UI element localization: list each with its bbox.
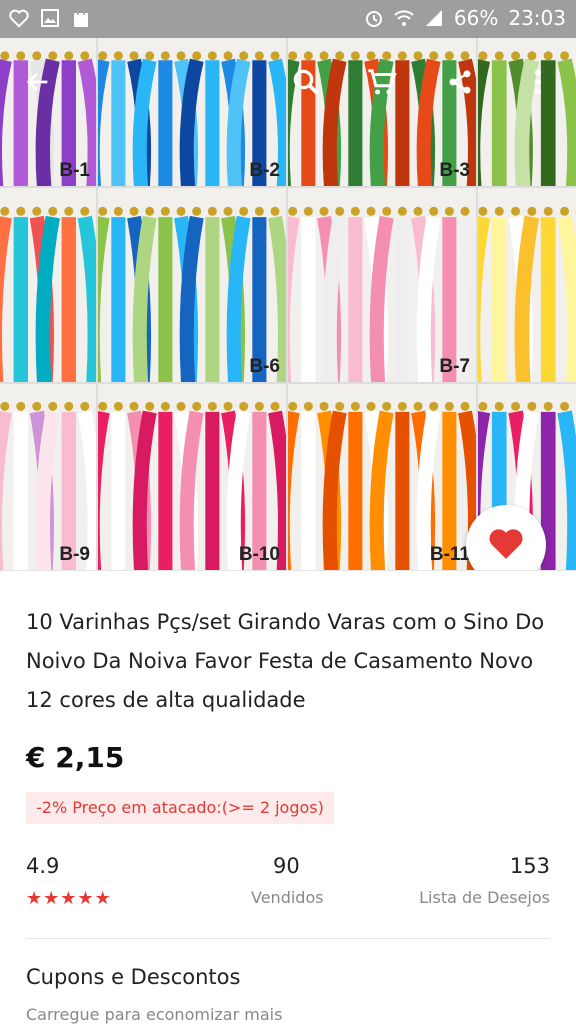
sold-count: 90 — [273, 854, 300, 878]
star-icon: ★ — [26, 888, 43, 909]
product-title: 10 Varinhas Pçs/set Girando Varas com o … — [26, 610, 545, 712]
gallery-tile — [0, 188, 96, 382]
ribbon-photo — [0, 188, 96, 382]
star-icon: ★ — [94, 888, 111, 909]
wishlist-count: 153 — [509, 854, 550, 878]
section-divider — [26, 938, 550, 939]
gallery-tile: B-11 — [288, 384, 476, 570]
cart-button[interactable] — [358, 60, 406, 108]
coupons-subtitle: Carregue para economizar mais — [26, 1005, 283, 1024]
shopping-bag-icon — [72, 8, 92, 28]
gallery-tile: B-6 — [98, 188, 286, 382]
gallery-tile: B-7 — [288, 188, 476, 382]
star-icon: ★ — [60, 888, 77, 909]
ribbon-photo — [288, 384, 476, 570]
tile-label: B-11 — [429, 544, 470, 565]
coupons-title[interactable]: Cupons e Descontos — [26, 965, 240, 989]
tile-label: B-9 — [59, 544, 90, 565]
rating-stars: ★ ★ ★ ★ ★ — [26, 890, 111, 908]
product-details: 10 Varinhas Pçs/set Girando Varas com o … — [0, 570, 576, 1025]
more-vert-icon — [533, 68, 543, 100]
heart-icon — [487, 525, 525, 565]
tile-label: B-10 — [238, 544, 280, 565]
share-icon — [446, 68, 474, 100]
star-icon: ★ — [43, 888, 60, 909]
gallery-tile: B-10 — [98, 384, 286, 570]
status-bar: 66% 23:03 — [0, 0, 576, 38]
ribbon-photo — [288, 188, 476, 382]
image-icon — [40, 8, 60, 28]
product-price: € 2,15 — [26, 741, 125, 774]
wifi-icon — [394, 8, 414, 28]
cart-icon — [366, 67, 398, 101]
sold-label: Vendidos — [251, 888, 324, 907]
tile-label: B-6 — [249, 356, 280, 377]
battery-level: 66% — [453, 6, 499, 30]
gallery-tile — [478, 188, 576, 382]
tile-label: B-7 — [439, 356, 470, 377]
back-button[interactable] — [14, 60, 62, 108]
signal-icon — [424, 8, 444, 28]
rating-value: 4.9 — [26, 854, 60, 878]
search-button[interactable] — [282, 60, 330, 108]
top-action-bar — [0, 38, 576, 128]
back-arrow-icon — [24, 68, 52, 100]
wishlist-label: Lista de Desejos — [419, 888, 550, 907]
search-icon — [291, 67, 321, 101]
heart-outline-icon — [8, 8, 29, 28]
share-button[interactable] — [436, 60, 484, 108]
tile-label: B-1 — [59, 160, 90, 181]
ribbon-photo — [98, 188, 286, 382]
gallery-tile: B-9 — [0, 384, 96, 570]
more-options-button[interactable] — [514, 60, 562, 108]
alarm-icon — [364, 8, 384, 28]
ribbon-photo — [478, 188, 576, 382]
tile-label: B-3 — [439, 160, 470, 181]
star-icon: ★ — [77, 888, 94, 909]
ribbon-photo — [98, 384, 286, 570]
ribbon-photo — [0, 384, 96, 570]
wholesale-discount-badge[interactable]: -2% Preço em atacado:(>= 2 jogos) — [26, 792, 334, 824]
product-stats: 4.9 ★ ★ ★ ★ ★ 90 Vendidos 153 Lista de Desej… — [26, 854, 550, 914]
status-time: 23:03 — [508, 6, 566, 30]
tile-label: B-2 — [249, 160, 280, 181]
